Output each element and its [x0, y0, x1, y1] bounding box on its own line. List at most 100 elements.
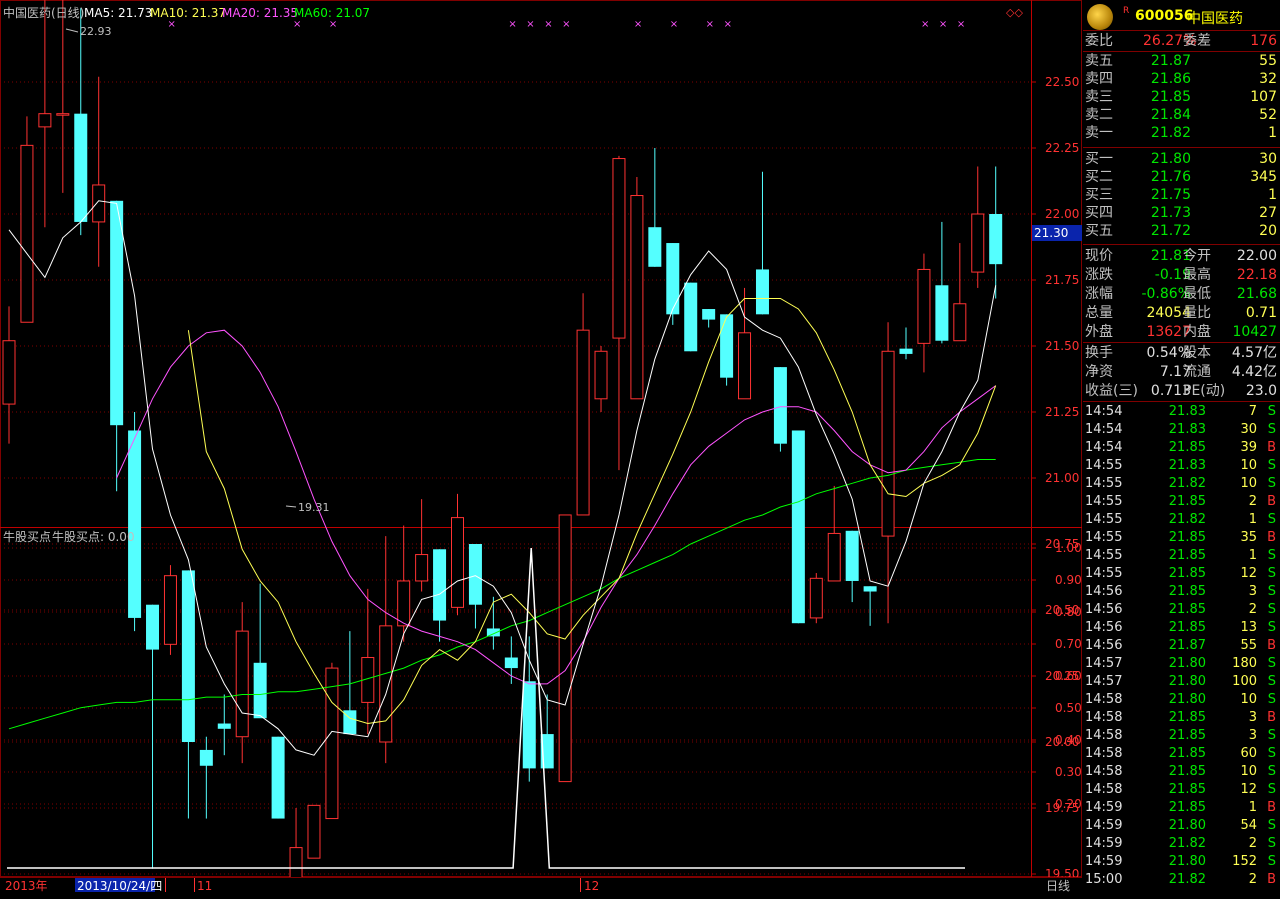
candle[interactable] — [74, 8, 88, 236]
trade-time: 14:58 — [1085, 692, 1123, 707]
candle[interactable] — [307, 804, 321, 859]
candle[interactable] — [558, 514, 572, 783]
month-12-label: 12 — [584, 879, 599, 893]
bid-row: 买三 21.75 1 — [1083, 186, 1280, 204]
trade-volume: 10 — [1240, 476, 1257, 491]
candle[interactable] — [935, 221, 949, 344]
signal-x-mark: × — [939, 19, 947, 30]
candle[interactable] — [486, 596, 500, 650]
candle[interactable] — [773, 367, 787, 452]
candle[interactable] — [20, 116, 34, 323]
candle[interactable] — [92, 76, 106, 267]
trade-side: S — [1267, 782, 1276, 797]
signal-x-mark: × — [706, 19, 714, 30]
candle[interactable] — [899, 327, 913, 360]
panel-separator — [1083, 147, 1280, 148]
candle[interactable] — [612, 155, 626, 471]
candle[interactable] — [576, 293, 590, 516]
trade-row: 14:54 21.83 30 S — [1083, 421, 1280, 439]
candle[interactable] — [720, 314, 734, 386]
signal-x-mark: × — [508, 19, 516, 30]
trade-side: S — [1267, 512, 1276, 527]
candle[interactable] — [253, 583, 267, 719]
candle[interactable] — [199, 736, 213, 819]
candle[interactable] — [181, 570, 195, 819]
ask-price: 21.87 — [1150, 53, 1191, 69]
candle[interactable] — [630, 177, 644, 400]
candle[interactable] — [38, 0, 52, 228]
trade-volume: 2 — [1248, 836, 1257, 851]
candle[interactable] — [146, 604, 160, 869]
candle[interactable] — [504, 636, 518, 684]
ma5-label: MA5: 21.73 — [84, 6, 152, 20]
candle[interactable] — [953, 243, 967, 342]
candle-body-down — [648, 227, 662, 267]
candle[interactable] — [827, 485, 841, 582]
trade-time: 14:54 — [1085, 440, 1123, 455]
trade-time: 14:56 — [1085, 638, 1123, 653]
fund-value: 23.0 — [1245, 383, 1277, 399]
trade-row: 14:59 21.80 152 S — [1083, 853, 1280, 871]
trade-volume: 3 — [1248, 728, 1257, 743]
candle[interactable] — [217, 694, 231, 756]
candle[interactable] — [235, 602, 249, 764]
trade-row: 14:58 21.80 10 S — [1083, 691, 1280, 709]
panel-separator — [1083, 244, 1280, 245]
ask-label: 卖一 — [1085, 125, 1113, 141]
candle[interactable] — [648, 148, 662, 267]
bid-row: 买二 21.76 345 — [1083, 168, 1280, 186]
candle[interactable] — [128, 412, 142, 632]
candle[interactable] — [2, 306, 16, 444]
candle[interactable] — [594, 346, 608, 412]
candle[interactable] — [989, 166, 1003, 299]
candle[interactable] — [468, 544, 482, 629]
stock-name[interactable]: 中国医药 — [1187, 8, 1243, 28]
candle[interactable] — [379, 536, 393, 764]
stat-label: 总量 — [1085, 305, 1113, 321]
candle-body-up — [56, 113, 70, 116]
signal-x-mark: × — [670, 19, 678, 30]
candle[interactable] — [863, 586, 877, 626]
candle[interactable] — [415, 499, 429, 592]
candle[interactable] — [271, 736, 285, 819]
trade-side: S — [1267, 728, 1276, 743]
ma60-line — [8, 459, 996, 730]
candle[interactable] — [397, 525, 411, 642]
bid-label: 买一 — [1085, 151, 1113, 167]
trade-side: S — [1267, 566, 1276, 581]
candle[interactable] — [163, 565, 177, 655]
candle[interactable] — [684, 282, 698, 352]
stat-value: 22.18 — [1236, 267, 1277, 283]
trade-row: 14:54 21.85 39 B — [1083, 439, 1280, 457]
trade-row: 14:55 21.82 1 S — [1083, 511, 1280, 529]
trade-price: 21.85 — [1168, 440, 1206, 455]
candle[interactable] — [110, 200, 124, 492]
candle[interactable] — [702, 309, 716, 328]
kline-chart-area[interactable]: 22.5022.2522.0021.7521.5021.2521.0020.75… — [0, 0, 1083, 899]
period-label[interactable]: 日线 — [1046, 879, 1070, 893]
candle[interactable] — [755, 171, 769, 315]
candle[interactable] — [791, 430, 805, 624]
ask-row: 卖三 21.85 107 — [1083, 88, 1280, 106]
candle[interactable] — [971, 166, 985, 288]
diamond-icon[interactable]: ◇◇ — [1006, 6, 1023, 19]
stock-code[interactable]: 600056 — [1135, 8, 1193, 24]
candle[interactable] — [917, 253, 931, 373]
ma5-line — [8, 200, 997, 756]
price-tick-label: 21.25 — [1045, 405, 1079, 419]
trade-price: 21.82 — [1168, 476, 1206, 491]
trade-price: 21.80 — [1168, 692, 1206, 707]
candle[interactable] — [845, 530, 859, 603]
candle[interactable] — [809, 573, 823, 624]
bid-label: 买五 — [1085, 223, 1113, 239]
ma20-label: MA20: 21.35 — [222, 6, 298, 20]
trade-time: 14:56 — [1085, 584, 1123, 599]
candle[interactable] — [451, 493, 464, 616]
candle[interactable] — [361, 588, 375, 735]
stat-value: 10427 — [1232, 324, 1277, 340]
bid-price: 21.73 — [1150, 205, 1191, 221]
candle[interactable] — [666, 243, 680, 325]
stat-row: 现价 21.81 今开 22.00 — [1083, 247, 1280, 265]
candle-body-down — [899, 348, 913, 354]
candle-body-up — [38, 113, 52, 128]
